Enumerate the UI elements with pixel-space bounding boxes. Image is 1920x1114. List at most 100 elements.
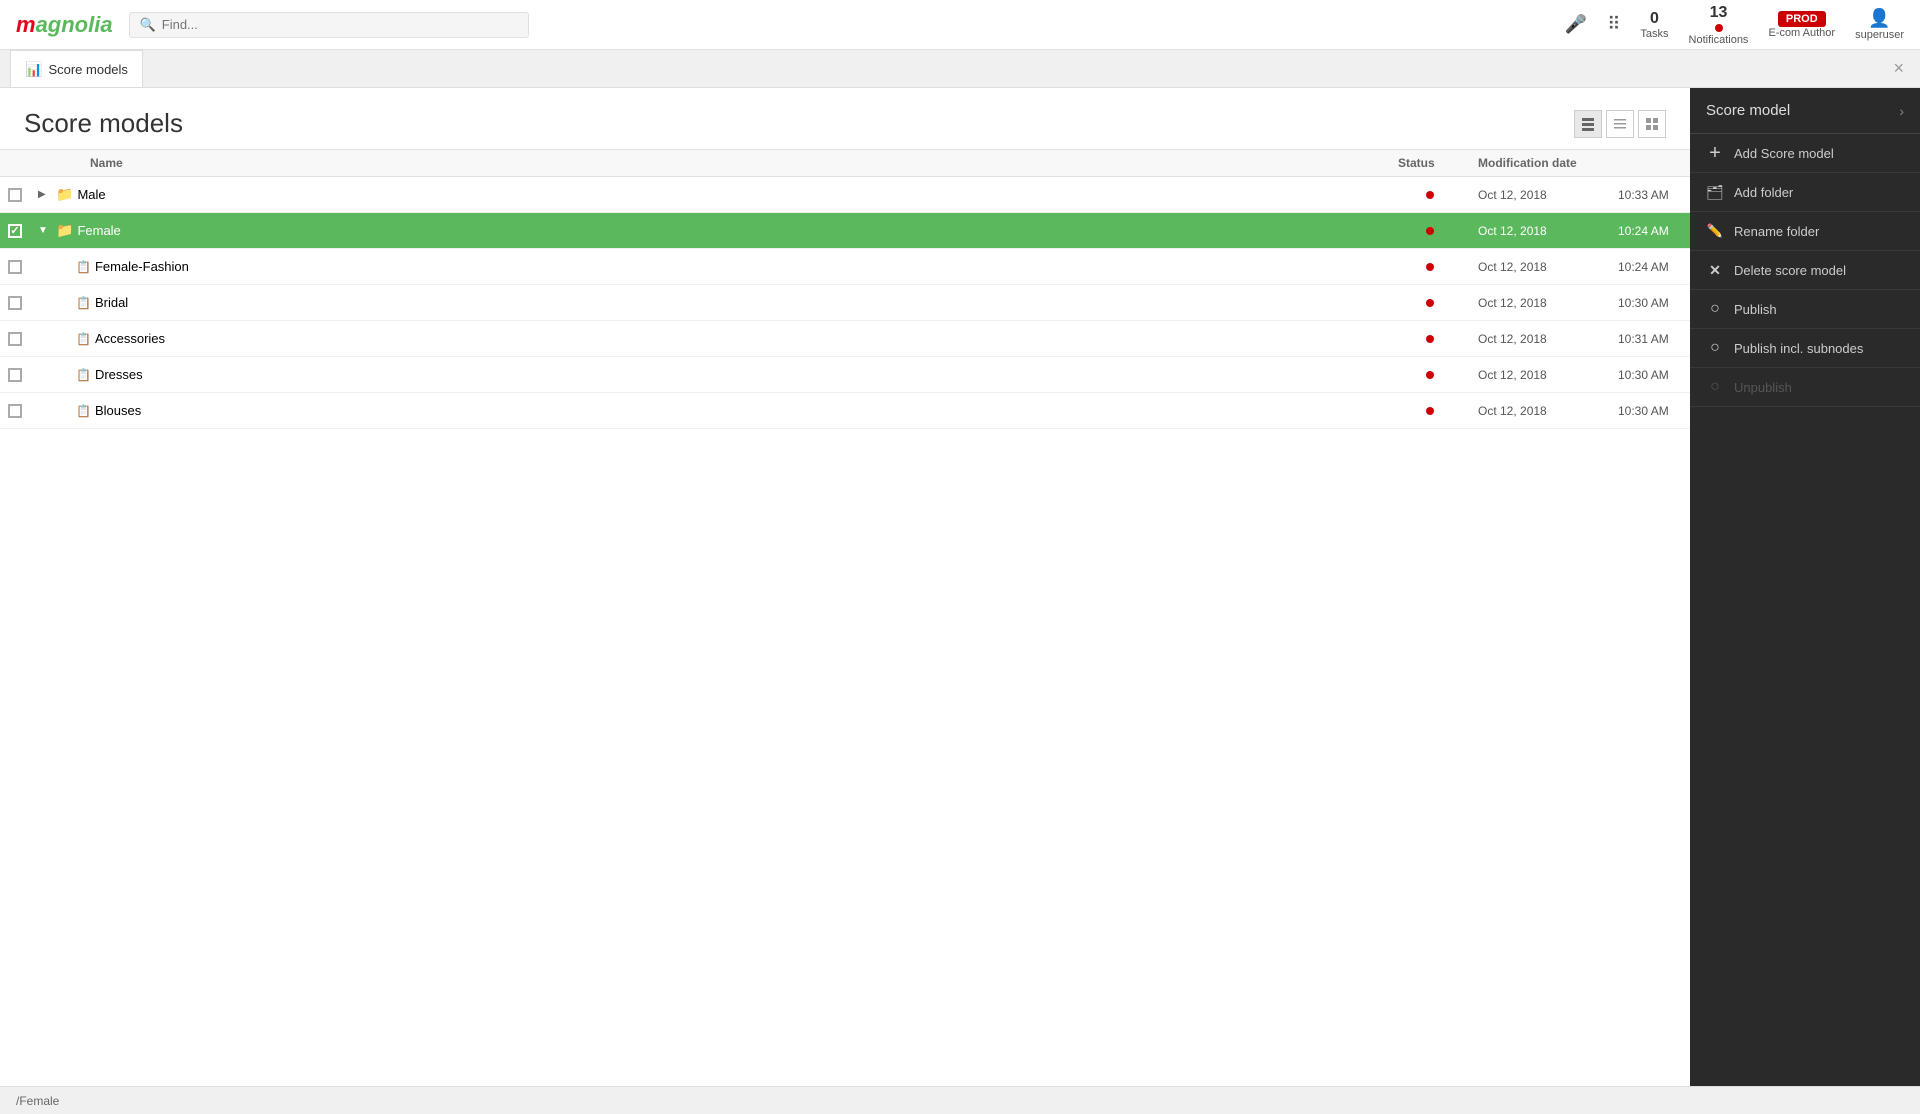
user-icon: 👤	[1868, 8, 1890, 29]
publish-incl-subnodes-icon: ○	[1706, 339, 1724, 357]
action-item-publish[interactable]: ○ Publish	[1690, 290, 1920, 329]
user-menu[interactable]: 👤 superuser	[1855, 8, 1904, 41]
list-view-button[interactable]	[1606, 110, 1634, 138]
table-row[interactable]: ▶ 📁 Male Oct 12, 2018 10:33 AM	[0, 177, 1690, 213]
status-dot	[1426, 263, 1434, 271]
expand-arrow-icon[interactable]: ▶	[38, 189, 52, 200]
action-panel: Score model › + Add Score model 🗂 Add fo…	[1690, 88, 1920, 1114]
row-time-cell: 10:30 AM	[1610, 368, 1690, 382]
row-checkbox-cell[interactable]	[0, 296, 30, 310]
row-date-cell: Oct 12, 2018	[1470, 188, 1610, 202]
content-header: Score models	[0, 88, 1690, 149]
row-date-cell: Oct 12, 2018	[1470, 368, 1610, 382]
delete-score-model-label: Delete score model	[1734, 263, 1846, 278]
panel-header: Score model ›	[1690, 88, 1920, 134]
notification-dot	[1715, 24, 1723, 32]
tasks-nav-item[interactable]: 0 Tasks	[1640, 10, 1668, 40]
notifications-nav-item[interactable]: 13 Notifications	[1689, 4, 1749, 46]
row-checkbox-cell[interactable]	[0, 404, 30, 418]
apps-grid-icon[interactable]: ⠿	[1607, 14, 1620, 35]
row-status-cell	[1390, 407, 1470, 415]
row-checkbox[interactable]	[8, 188, 22, 202]
row-checkbox[interactable]	[8, 332, 22, 346]
header-checkbox-col	[0, 156, 30, 170]
action-item-rename-folder[interactable]: ✏️ Rename folder	[1690, 212, 1920, 251]
table-row[interactable]: ▼ 📁 Female Oct 12, 2018 10:24 AM	[0, 213, 1690, 249]
action-item-publish-incl-subnodes[interactable]: ○ Publish incl. subnodes	[1690, 329, 1920, 368]
environment-selector[interactable]: PROD E-com Author	[1768, 11, 1835, 39]
row-date-cell: Oct 12, 2018	[1470, 296, 1610, 310]
content-area: Score models	[0, 88, 1690, 1114]
grid-view-button[interactable]	[1638, 110, 1666, 138]
action-item-delete-score-model[interactable]: ✕ Delete score model	[1690, 251, 1920, 290]
row-time-cell: 10:30 AM	[1610, 404, 1690, 418]
panel-chevron-icon[interactable]: ›	[1899, 103, 1904, 119]
row-name-label: Dresses	[95, 367, 143, 382]
row-checkbox-cell[interactable]	[0, 368, 30, 382]
row-checkbox-cell[interactable]	[0, 188, 30, 202]
table-row[interactable]: 📋 Dresses Oct 12, 2018 10:30 AM	[0, 357, 1690, 393]
row-name-label: Female	[77, 223, 120, 238]
score-models-tab[interactable]: 📊 Score models	[10, 50, 143, 87]
main-layout: Score models	[0, 88, 1920, 1114]
row-checkbox[interactable]	[8, 368, 22, 382]
close-tab-button[interactable]: ×	[1877, 58, 1920, 79]
add-folder-label: Add folder	[1734, 185, 1793, 200]
expand-arrow-icon[interactable]: ▼	[38, 225, 52, 236]
row-name-label: Female-Fashion	[95, 259, 189, 274]
table-row[interactable]: 📋 Accessories Oct 12, 2018 10:31 AM	[0, 321, 1690, 357]
row-checkbox-cell[interactable]	[0, 332, 30, 346]
row-name-cell: ▼ 📁 Female	[30, 222, 1390, 239]
tasks-label: Tasks	[1640, 28, 1668, 40]
search-icon: 🔍	[140, 17, 156, 33]
table-header: Name Status Modification date	[0, 149, 1690, 177]
action-item-add-folder[interactable]: 🗂 Add folder	[1690, 173, 1920, 212]
row-status-cell	[1390, 299, 1470, 307]
row-name-cell: 📋 Female-Fashion	[30, 259, 1390, 274]
table-row[interactable]: 📋 Female-Fashion Oct 12, 2018 10:24 AM	[0, 249, 1690, 285]
microphone-icon[interactable]: 🎤	[1565, 14, 1587, 35]
row-date-cell: Oct 12, 2018	[1470, 404, 1610, 418]
header-time-col	[1610, 156, 1690, 170]
table-row[interactable]: 📋 Bridal Oct 12, 2018 10:30 AM	[0, 285, 1690, 321]
header-status: Status	[1390, 156, 1470, 170]
row-checkbox-cell[interactable]	[0, 224, 30, 238]
unpublish-icon: ○	[1706, 378, 1724, 396]
username-label: superuser	[1855, 29, 1904, 41]
folder-icon: 📁	[56, 222, 73, 239]
row-status-cell	[1390, 227, 1470, 235]
status-dot	[1426, 335, 1434, 343]
table-row[interactable]: 📋 Blouses Oct 12, 2018 10:30 AM	[0, 393, 1690, 429]
view-controls	[1574, 110, 1666, 138]
tree-view-button[interactable]	[1574, 110, 1602, 138]
row-status-cell	[1390, 191, 1470, 199]
unpublish-label: Unpublish	[1734, 380, 1792, 395]
tab-chart-icon: 📊	[25, 61, 42, 78]
add-score-model-label: Add Score model	[1734, 146, 1834, 161]
row-name-label: Bridal	[95, 295, 128, 310]
action-items-list: + Add Score model 🗂 Add folder ✏️ Rename…	[1690, 134, 1920, 407]
rename-folder-icon: ✏️	[1706, 222, 1724, 240]
row-time-cell: 10:33 AM	[1610, 188, 1690, 202]
row-date-cell: Oct 12, 2018	[1470, 332, 1610, 346]
row-date-cell: Oct 12, 2018	[1470, 224, 1610, 238]
action-item-add-score-model[interactable]: + Add Score model	[1690, 134, 1920, 173]
publish-label: Publish	[1734, 302, 1777, 317]
row-name-label: Blouses	[95, 403, 141, 418]
row-checkbox[interactable]	[8, 260, 22, 274]
row-checkbox[interactable]	[8, 404, 22, 418]
row-checkbox-cell[interactable]	[0, 260, 30, 274]
action-item-unpublish: ○ Unpublish	[1690, 368, 1920, 407]
row-status-cell	[1390, 263, 1470, 271]
row-name-cell: 📋 Bridal	[30, 295, 1390, 310]
search-bar[interactable]: 🔍	[129, 12, 529, 38]
status-dot	[1426, 371, 1434, 379]
row-checkbox[interactable]	[8, 296, 22, 310]
row-checkbox[interactable]	[8, 224, 22, 238]
row-time-cell: 10:30 AM	[1610, 296, 1690, 310]
header-modification-date: Modification date	[1470, 156, 1610, 170]
doc-icon: 📋	[76, 260, 91, 274]
search-input[interactable]	[162, 17, 518, 32]
tasks-count: 0	[1650, 10, 1659, 28]
status-dot	[1426, 299, 1434, 307]
